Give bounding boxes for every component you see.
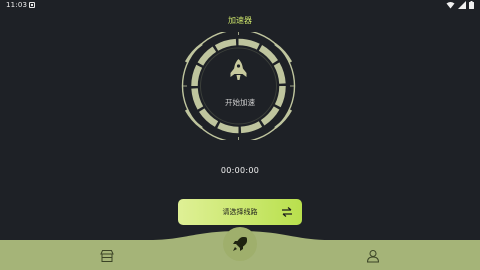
- status-icons: [446, 1, 474, 9]
- swap-icon: [282, 207, 292, 217]
- wifi-icon: [446, 2, 455, 9]
- select-route-label: 请选择线路: [222, 208, 258, 216]
- accelerate-dial[interactable]: [180, 32, 297, 140]
- status-bar: 11:03: [0, 0, 480, 12]
- rocket-icon: [230, 59, 247, 80]
- start-accelerate-label[interactable]: 开始加速: [0, 97, 480, 108]
- accelerate-tab-button[interactable]: [223, 227, 257, 261]
- profile-icon[interactable]: [366, 249, 380, 263]
- battery-icon: [469, 1, 474, 9]
- rocket-icon: [233, 237, 247, 251]
- store-icon[interactable]: [100, 249, 114, 263]
- notification-icon: [29, 2, 35, 8]
- signal-icon: [458, 1, 466, 9]
- select-route-button[interactable]: 请选择线路: [178, 199, 302, 225]
- connection-timer: 00:00:00: [220, 166, 260, 175]
- page-title: 加速器: [228, 16, 252, 25]
- status-time: 11:03: [6, 1, 28, 9]
